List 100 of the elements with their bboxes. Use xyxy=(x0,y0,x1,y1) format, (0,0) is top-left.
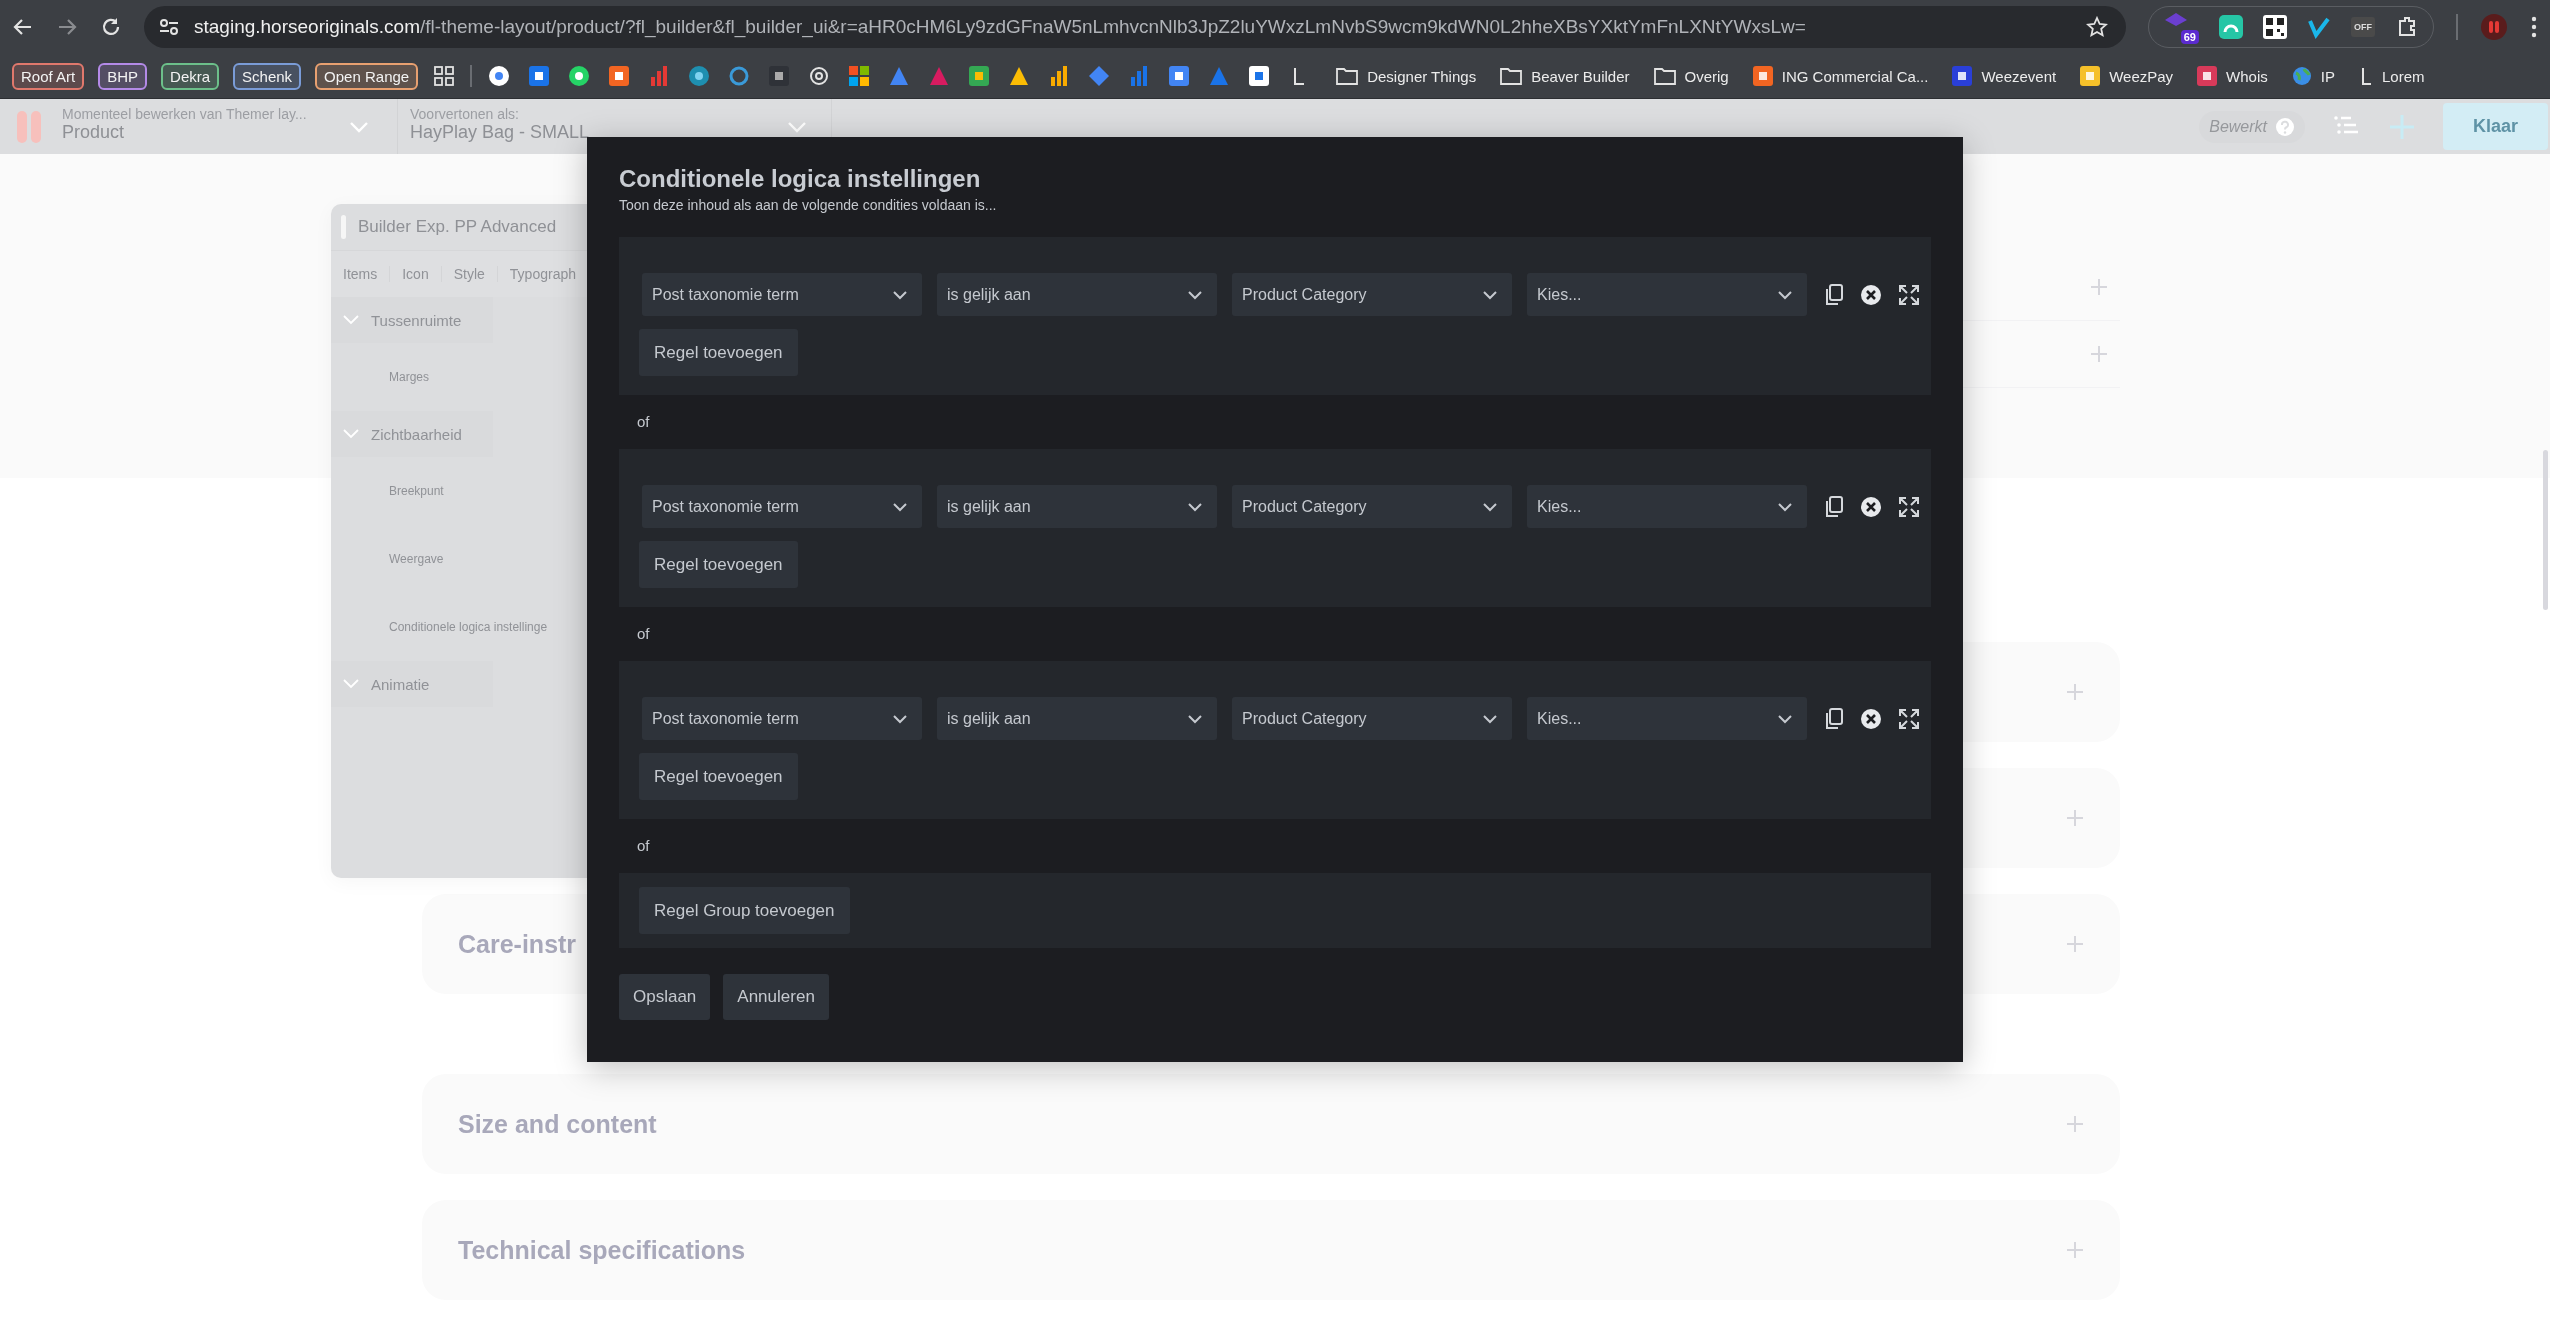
help-icon xyxy=(2275,116,2295,137)
bookmark[interactable]: Lorem xyxy=(2359,66,2425,86)
square-icon[interactable] xyxy=(768,65,791,87)
four-squares-icon[interactable] xyxy=(848,65,871,87)
copy-icon[interactable] xyxy=(1824,283,1844,306)
copy-icon[interactable] xyxy=(1824,495,1844,518)
separator-label: of xyxy=(636,624,651,644)
field-label: Breekpunt xyxy=(388,483,445,500)
scrollbar-thumb[interactable] xyxy=(2543,450,2548,610)
globe-icon xyxy=(2291,66,2312,86)
bookmark-chip[interactable]: Open Range xyxy=(315,62,419,90)
chevron-down-icon xyxy=(1187,289,1203,300)
add-rule-button[interactable]: Regel toevoegen xyxy=(639,329,798,376)
panel-title: Builder Exp. PP Advanced xyxy=(358,217,557,237)
chevron-down-icon xyxy=(1482,713,1498,724)
square-icon[interactable] xyxy=(528,65,551,87)
qr-code-icon[interactable] xyxy=(2263,15,2287,39)
square-icon[interactable] xyxy=(1168,65,1191,87)
circle-icon[interactable] xyxy=(688,65,711,87)
dropdown[interactable]: Product Category xyxy=(1232,273,1512,316)
dropdown[interactable]: Post taxonomie term xyxy=(642,485,922,528)
dropdown[interactable]: is gelijk aan xyxy=(937,697,1217,740)
bookmark[interactable]: Whois xyxy=(2197,66,2268,86)
circle-icon[interactable] xyxy=(488,65,511,87)
add-rule-button[interactable]: Regel toevoegen xyxy=(639,541,798,588)
bookmark-chip[interactable]: BHP xyxy=(98,62,148,90)
bookmark-chip[interactable]: Roof Art xyxy=(12,62,85,90)
add-group-button[interactable]: Regel Group toevoegen xyxy=(639,887,850,934)
expand-icon[interactable] xyxy=(1898,283,1920,306)
badge: 69 xyxy=(2180,30,2199,44)
drag-handle[interactable] xyxy=(341,215,346,239)
square-icon[interactable] xyxy=(1248,65,1271,87)
chevron-down-icon xyxy=(892,501,908,512)
bookmark[interactable]: IP xyxy=(2291,66,2335,86)
triangle-icon[interactable] xyxy=(888,65,911,87)
reload-icon[interactable] xyxy=(100,16,122,38)
dialog-title: Conditionele logica instellingen xyxy=(619,165,982,193)
remove-icon[interactable] xyxy=(1860,707,1882,730)
folder-icon xyxy=(1500,67,1523,85)
bookmark[interactable]: Weezevent xyxy=(1952,66,2057,86)
field-label: Marges xyxy=(388,369,430,386)
expand-icon[interactable] xyxy=(1898,707,1920,730)
folder-icon xyxy=(1653,67,1676,85)
separator-label: of xyxy=(636,836,651,856)
chevron-down-icon xyxy=(892,713,908,724)
cancel-button[interactable]: Annuleren xyxy=(723,974,829,1020)
url-text: staging.horseoriginals.com/fl-theme-layout/product/?fl_builder&fl_builder_ui&r=aHR0cHM6Ly9zdGFnaW5nLmhvcnNlb3JpZ2luYWxzLmNvbS9wcm9kdWN0L2hheXBsYXktYmFnLXNtYWxsLw= xyxy=(194,16,1806,38)
chevron-down-icon xyxy=(349,119,369,134)
address-bar[interactable]: staging.horseoriginals.com/fl-theme-layout/product/?fl_builder&fl_builder_ui&r=aHR0cHM6Ly9zdGFnaW5nLmhvcnNlb3JpZ2luYWxzLmNvbS9wcm9kdWN0L2hheXBsYXktYmFnLXNtYWxsLw= xyxy=(144,6,2126,48)
separator-label: of xyxy=(636,412,651,432)
accordion-title: Care-instr xyxy=(458,929,577,959)
chevron-down-icon xyxy=(1187,713,1203,724)
field-label: Weergave xyxy=(388,551,445,568)
field-label: Conditionele logica instellinge xyxy=(388,619,549,636)
circle-icon[interactable] xyxy=(568,65,591,87)
chevron-down-icon xyxy=(1187,501,1203,512)
save-button[interactable]: Opslaan xyxy=(619,974,711,1020)
dropdown[interactable]: Product Category xyxy=(1232,485,1512,528)
v-shape-icon[interactable] xyxy=(2307,15,2331,39)
accordion-title: Technical specifications xyxy=(458,1235,746,1265)
bookmark[interactable]: WeezPay xyxy=(2080,66,2174,86)
dropdown[interactable]: Post taxonomie term xyxy=(642,273,922,316)
square-icon[interactable] xyxy=(608,65,631,87)
star-icon[interactable] xyxy=(2086,16,2108,38)
add-rule-button[interactable]: Regel toevoegen xyxy=(639,753,798,800)
remove-icon[interactable] xyxy=(1860,495,1882,518)
dropdown[interactable]: Kies... xyxy=(1527,485,1807,528)
square-icon[interactable] xyxy=(968,65,991,87)
bookmark[interactable]: Beaver Builder xyxy=(1500,67,1630,85)
ring-icon[interactable] xyxy=(728,65,751,87)
chevron-down-icon xyxy=(1482,289,1498,300)
chevron-down-icon xyxy=(1777,501,1793,512)
bookmark-chip[interactable]: Schenk xyxy=(233,62,302,90)
dropdown[interactable]: is gelijk aan xyxy=(937,485,1217,528)
profile-icon[interactable] xyxy=(2480,13,2508,41)
dropdown[interactable]: Kies... xyxy=(1527,697,1807,740)
accordion-title: Size and content xyxy=(458,1109,657,1139)
bookmark[interactable]: Overig xyxy=(1653,67,1729,85)
remove-icon[interactable] xyxy=(1860,283,1882,306)
diamond-icon[interactable] xyxy=(1088,65,1111,87)
serif-letter-icon xyxy=(2359,66,2373,86)
apps-grid-icon[interactable] xyxy=(434,66,455,86)
bookmark-chip[interactable]: Dekra xyxy=(161,62,220,90)
dropdown[interactable]: Kies... xyxy=(1527,273,1807,316)
toggle-extension-icon[interactable]: OFF xyxy=(2351,17,2375,37)
chevron-down-icon xyxy=(787,119,807,134)
dropdown[interactable]: Product Category xyxy=(1232,697,1512,740)
chevron-down-icon xyxy=(1777,713,1793,724)
dialog-subtitle: Toon deze inhoud als aan de volgende condities voldaan is... xyxy=(619,197,998,213)
dropdown[interactable]: Post taxonomie term xyxy=(642,697,922,740)
more-menu-icon[interactable] xyxy=(2530,15,2538,39)
triangle-icon[interactable] xyxy=(1008,65,1031,87)
expand-icon[interactable] xyxy=(1898,495,1920,518)
bookmark[interactable]: ING Commercial Ca... xyxy=(1752,66,1929,86)
copy-icon[interactable] xyxy=(1824,707,1844,730)
arch-icon[interactable] xyxy=(2219,15,2243,39)
chevron-down-icon xyxy=(1777,289,1793,300)
logo-icon xyxy=(16,108,42,145)
bookmark[interactable]: Designer Things xyxy=(1336,67,1477,85)
dropdown[interactable]: is gelijk aan xyxy=(937,273,1217,316)
